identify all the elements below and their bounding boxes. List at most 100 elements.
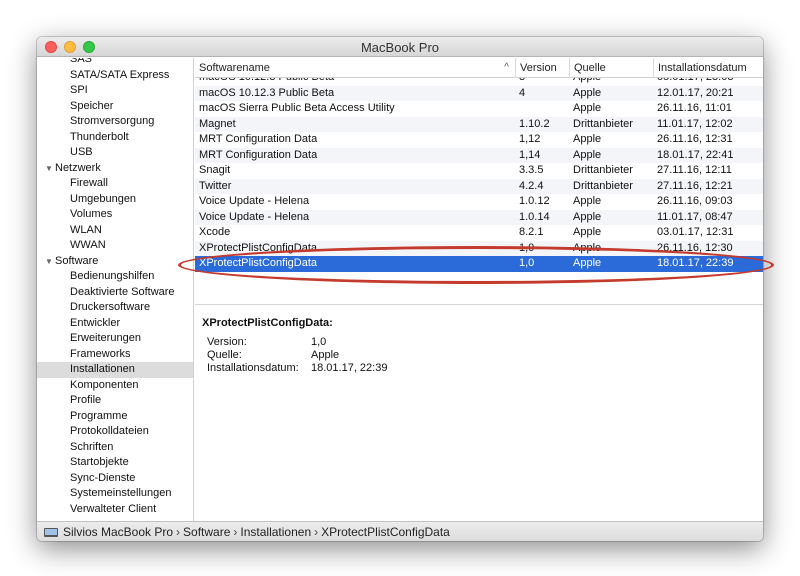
- table-cell: Apple: [573, 86, 602, 99]
- sidebar-item-label: Installationen: [70, 363, 135, 375]
- breadcrumb: Silvios MacBook Pro › Software › Installatio…: [63, 525, 450, 539]
- sidebar-item[interactable]: SPI: [37, 83, 193, 99]
- breadcrumb-separator: ›: [314, 525, 319, 539]
- table-cell: Magnet: [199, 117, 236, 130]
- sidebar-item-label: Netzwerk: [55, 161, 101, 174]
- column-header-installationsdatum[interactable]: Installationsdatum: [653, 58, 763, 78]
- sidebar-item[interactable]: Frameworks: [37, 347, 193, 363]
- table-cell: MRT Configuration Data: [199, 148, 318, 161]
- sidebar-item-label: WWAN: [70, 239, 106, 251]
- sidebar-item[interactable]: Installationen: [37, 362, 193, 378]
- sidebar-item[interactable]: Systemeinstellungen: [37, 486, 193, 502]
- sidebar-item[interactable]: Speicher: [37, 99, 193, 115]
- sidebar-item[interactable]: WWAN: [37, 238, 193, 254]
- column-header-softwarename[interactable]: Softwarename ^: [195, 58, 515, 78]
- sidebar-item-label: WLAN: [70, 223, 102, 236]
- sidebar-item[interactable]: WLAN: [37, 223, 193, 239]
- sidebar-item[interactable]: SAS: [37, 58, 193, 68]
- table-cell: 11.01.17, 12:02: [657, 117, 733, 130]
- column-header-quelle[interactable]: Quelle: [569, 58, 653, 78]
- sidebar-item[interactable]: Protokolldateien: [37, 424, 193, 440]
- breadcrumb-item[interactable]: Software: [183, 525, 230, 539]
- sidebar-item[interactable]: Komponenten: [37, 378, 193, 394]
- sidebar-item-label: Umgebungen: [70, 192, 137, 205]
- table-row[interactable]: macOS Sierra Public Beta Access Utility A…: [195, 101, 763, 117]
- table-cell: Apple: [573, 148, 602, 161]
- table-row[interactable]: Xcode 8.2.1 Apple 03.01.17, 12:31: [195, 225, 763, 241]
- table-cell: Apple: [573, 210, 602, 223]
- disclosure-triangle-icon[interactable]: ▼: [45, 254, 55, 270]
- table-cell: Apple: [573, 226, 602, 238]
- sidebar-item-label: Startobjekte: [70, 456, 129, 468]
- sidebar-item-label: Stromversorgung: [70, 115, 155, 127]
- sidebar-item[interactable]: Druckersoftware: [37, 300, 193, 316]
- column-label: Softwarename: [199, 62, 270, 74]
- sidebar-item[interactable]: Erweiterungen: [37, 331, 193, 347]
- path-bar: Silvios MacBook Pro › Software › Installatio…: [37, 521, 763, 541]
- disclosure-triangle-icon[interactable]: ▼: [45, 161, 55, 177]
- table-cell: Voice Update - Helena: [199, 195, 310, 207]
- table-row[interactable]: Voice Update - Helena 1.0.14 Apple 11.01.17…: [195, 209, 763, 225]
- table-cell: 3: [515, 78, 569, 86]
- table-cell: 26.11.16, 12:31: [657, 133, 733, 145]
- table-cell: macOS 10.12.3 Public Beta: [199, 86, 335, 99]
- table-cell: 1,14: [519, 148, 541, 161]
- sidebar-item[interactable]: Volumes: [37, 207, 193, 223]
- sidebar-item[interactable]: Profile: [37, 393, 193, 409]
- detail-value-installationsdatum: 18.01.17, 22:39: [311, 362, 388, 374]
- table-cell: Apple: [569, 78, 653, 86]
- sidebar-item[interactable]: Programme: [37, 409, 193, 425]
- table-cell: 12.01.17, 20:21: [657, 86, 734, 99]
- sidebar-item[interactable]: SATA/SATA Express: [37, 68, 193, 84]
- table-cell: Voice Update - Helena: [199, 210, 310, 223]
- table-cell: 03.01.17, 12:31: [657, 226, 734, 238]
- table-cell: 4: [519, 86, 526, 99]
- sidebar-item-label: Systemeinstellungen: [70, 487, 172, 499]
- titlebar: MacBook Pro: [37, 37, 763, 57]
- sidebar-item[interactable]: Verwalteter Client: [37, 502, 193, 518]
- table-row[interactable]: Snagit 3.3.5 Drittanbieter 27.11.16, 12:11: [195, 163, 763, 179]
- sidebar-item[interactable]: Bedienungshilfen: [37, 269, 193, 285]
- sidebar-item[interactable]: USB: [37, 145, 193, 161]
- sidebar[interactable]: SAS SATA/SATA Express SPI Speicher Stromvers…: [37, 58, 194, 521]
- table-row[interactable]: Voice Update - Helena 1.0.12 Apple 26.11.16…: [195, 194, 763, 210]
- sidebar-item[interactable]: Sync-Dienste: [37, 471, 193, 487]
- sidebar-item-label: Bedienungshilfen: [70, 270, 155, 282]
- sidebar-item[interactable]: Schriften: [37, 440, 193, 456]
- table-row[interactable]: Twitter 4.2.4 Drittanbieter 27.11.16, 12:21: [195, 178, 763, 194]
- table-row[interactable]: MRT Configuration Data 1,14 Apple 18.01.17,…: [195, 147, 763, 163]
- table-cell: 1.0.14: [519, 210, 550, 223]
- breadcrumb-item[interactable]: Installationen: [240, 525, 311, 539]
- table-cell: 1.0.12: [519, 195, 550, 207]
- breadcrumb-separator: ›: [176, 525, 181, 539]
- sidebar-item[interactable]: Firewall: [37, 176, 193, 192]
- table-row[interactable]: macOS 10.12.3 Public Beta3Apple05.01.17,…: [195, 78, 763, 86]
- column-header-version[interactable]: Version: [515, 58, 569, 78]
- detail-title: XProtectPlistConfigData:: [202, 317, 333, 329]
- sidebar-item-label: Erweiterungen: [70, 332, 141, 344]
- sidebar-item-label: Software: [55, 254, 99, 267]
- sidebar-item[interactable]: Stromversorgung: [37, 114, 193, 130]
- sidebar-item-label: Verwalteter Client: [70, 502, 157, 515]
- sidebar-item[interactable]: Entwickler: [37, 316, 193, 332]
- sidebar-item-label: Speicher: [70, 99, 114, 112]
- sidebar-item[interactable]: Thunderbolt: [37, 130, 193, 146]
- table-cell: Apple: [573, 133, 602, 145]
- sidebar-item-label: Deaktivierte Software: [70, 285, 175, 298]
- sidebar-item[interactable]: Startobjekte: [37, 455, 193, 471]
- sidebar-item-label: SPI: [70, 84, 88, 96]
- table-cell: macOS 10.12.3 Public Beta: [195, 78, 515, 86]
- breadcrumb-item[interactable]: Silvios MacBook Pro: [63, 525, 173, 539]
- sidebar-item[interactable]: Deaktivierte Software: [37, 285, 193, 301]
- table-cell: Drittanbieter: [573, 164, 633, 176]
- sidebar-group[interactable]: ▼ Software: [37, 254, 193, 270]
- sidebar-item[interactable]: Umgebungen: [37, 192, 193, 208]
- table-cell: 26.11.16, 09:03: [657, 195, 733, 207]
- table-row[interactable]: MRT Configuration Data 1,12 Apple 26.11.16,…: [195, 132, 763, 148]
- sidebar-item-label: SAS: [70, 58, 93, 65]
- table-row[interactable]: macOS 10.12.3 Public Beta 4 Apple 12.01.17,…: [195, 85, 763, 101]
- breadcrumb-item[interactable]: XProtectPlistConfigData: [321, 525, 450, 539]
- sidebar-group[interactable]: ▼ Netzwerk: [37, 161, 193, 177]
- laptop-icon: [44, 528, 58, 537]
- table-row[interactable]: Magnet 1.10.2 Drittanbieter 11.01.17, 12:02: [195, 116, 763, 132]
